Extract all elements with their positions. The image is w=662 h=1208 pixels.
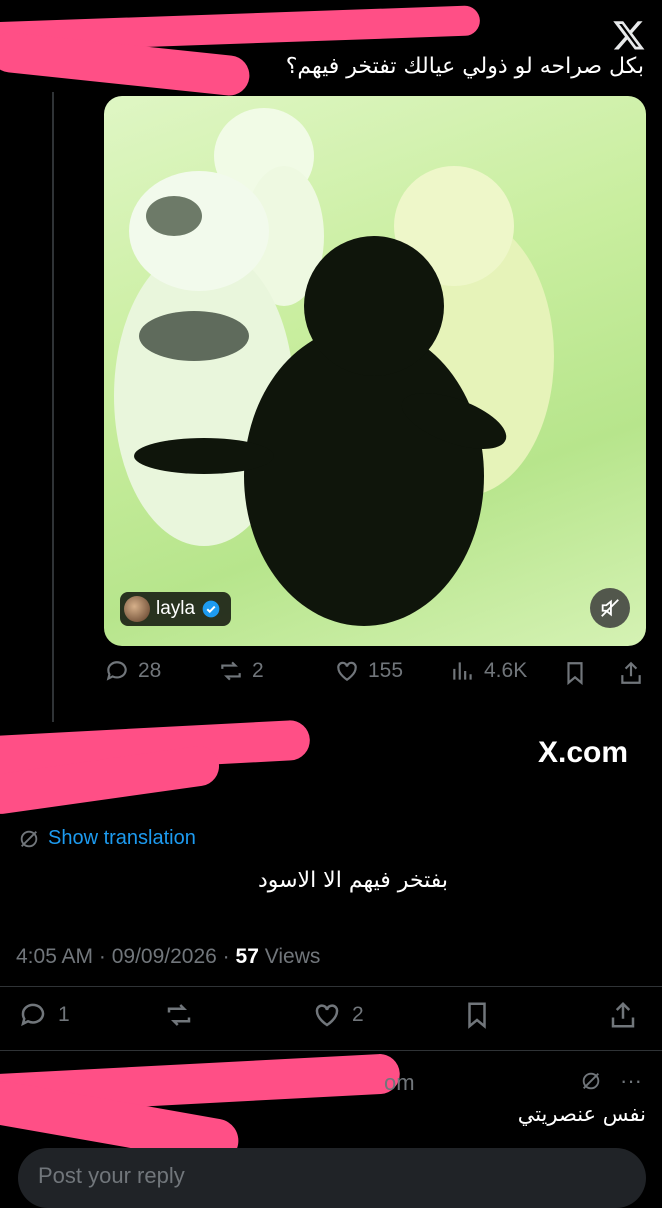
tweet-repost-stat[interactable]: 2 [218, 658, 264, 684]
translate-icon[interactable] [580, 1070, 602, 1092]
reply-composer-placeholder: Post your reply [38, 1163, 185, 1188]
media-user-name: layla [156, 598, 196, 619]
next-reply-text: نفس عنصريتي [517, 1102, 646, 1126]
avatar [124, 596, 150, 622]
repost-count: 2 [252, 659, 264, 682]
thread-line [52, 92, 54, 722]
views-count: 4.6K [484, 659, 528, 682]
x-logo-icon[interactable] [612, 18, 646, 52]
reply-composer[interactable]: Post your reply [18, 1148, 646, 1208]
verified-badge-icon [202, 600, 220, 618]
share-button[interactable] [608, 1000, 638, 1030]
like-count: 2 [352, 1003, 364, 1026]
views-icon [453, 662, 472, 680]
like-count: 155 [368, 659, 404, 682]
muted-speaker-icon [601, 599, 619, 617]
tweet-like-stat[interactable]: 155 [334, 658, 403, 684]
bookmark-button[interactable] [462, 1000, 492, 1030]
reply-views-count: 57 [235, 945, 259, 968]
divider [0, 1050, 662, 1051]
reply-meta: 4:05 AM · 09/09/2026 · 57 Views [16, 945, 321, 968]
reply-count: 1 [58, 1003, 70, 1026]
mute-button[interactable] [590, 588, 630, 628]
reply-count: 28 [138, 659, 162, 682]
heart-icon [315, 1004, 339, 1027]
next-reply-handle-fragment: om [384, 1070, 415, 1095]
like-button[interactable]: 2 [312, 1000, 364, 1030]
kittens-image [114, 108, 554, 626]
share-icon [611, 1001, 635, 1028]
reply-time: 4:05 AM [16, 945, 94, 968]
tweet-views-stat[interactable]: 4.6K [450, 658, 527, 684]
reply-text: بفتخر فيهم الا الاسود [257, 868, 448, 893]
reply-icon [106, 661, 127, 681]
repost-icon [221, 661, 241, 681]
translate-icon [20, 830, 38, 847]
site-domain: X.com [537, 736, 628, 769]
reply-icon [21, 1003, 45, 1027]
reply-button[interactable]: 1 [18, 1000, 70, 1030]
divider [0, 986, 662, 987]
show-translation-link[interactable]: Show translation [18, 827, 196, 850]
reply-date: 09/09/2026 [111, 945, 217, 968]
next-reply-actions: ··· [580, 1068, 642, 1094]
repost-icon [167, 1004, 191, 1026]
views-label: Views [264, 945, 321, 968]
tweet-media-video[interactable]: layla [104, 96, 646, 646]
tweet-text: بكل صراحه لو ذولي عيالك تفتخر فيهم؟ [285, 54, 644, 79]
share-icon[interactable] [618, 660, 644, 686]
repost-button[interactable] [164, 1000, 194, 1030]
more-options-icon[interactable]: ··· [620, 1068, 642, 1094]
bookmark-icon[interactable] [562, 660, 588, 686]
heart-icon [337, 661, 357, 681]
media-user-tag[interactable]: layla [120, 592, 232, 626]
show-translation-label: Show translation [48, 827, 196, 849]
tweet-reply-stat[interactable]: 28 [104, 658, 161, 684]
bookmark-icon [468, 1002, 486, 1029]
